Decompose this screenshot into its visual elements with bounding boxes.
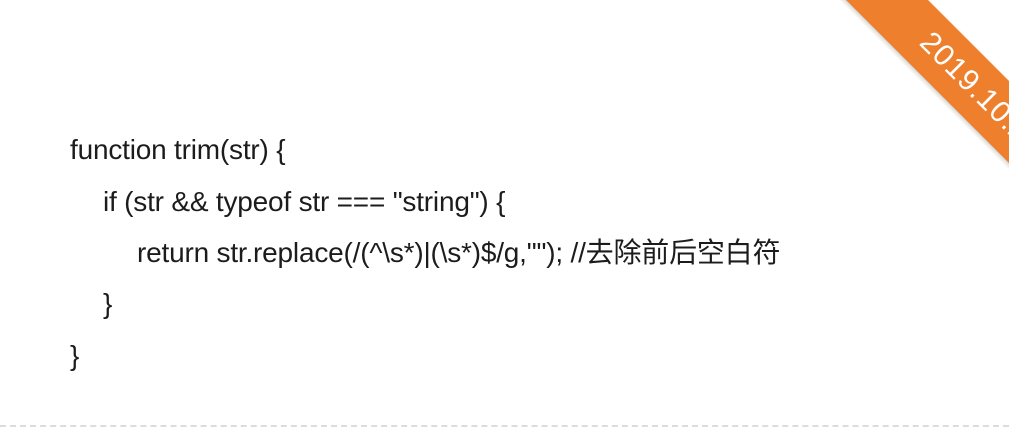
corner-ribbon-container: 2019.10.23 bbox=[769, 0, 1009, 240]
date-ribbon: 2019.10.23 bbox=[834, 0, 1009, 223]
code-line: if (str && typeof str === "string") { bbox=[103, 186, 506, 217]
code-line: } bbox=[70, 340, 80, 371]
code-line: } bbox=[103, 288, 113, 319]
code-line: function trim(str) { bbox=[70, 134, 286, 165]
code-line: return str.replace(/(^\s*)|(\s*)$/g,"");… bbox=[137, 237, 781, 268]
ribbon-date: 2019.10.23 bbox=[913, 25, 1009, 163]
